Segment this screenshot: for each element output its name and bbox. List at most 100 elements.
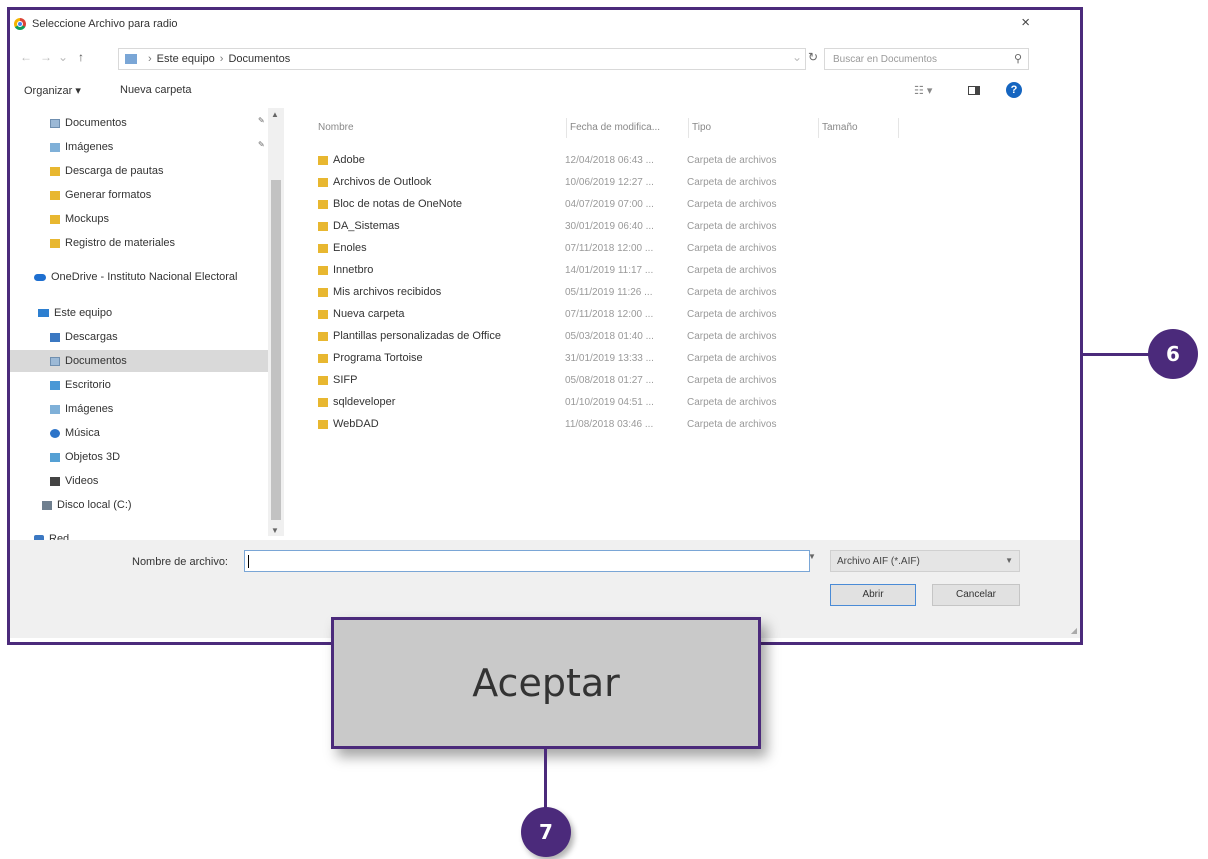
- nav-item[interactable]: Disco local (C:): [42, 494, 132, 516]
- nav-item[interactable]: Descargas: [50, 326, 118, 348]
- folder-icon: [318, 265, 328, 275]
- file-date: 30/01/2019 06:40 ...: [565, 220, 654, 232]
- refresh-icon[interactable]: ↻: [808, 50, 818, 64]
- folder-icon: [318, 177, 328, 187]
- accept-button[interactable]: Aceptar: [331, 617, 761, 749]
- file-row[interactable]: DA_Sistemas 30/01/2019 06:40 ... Carpeta d…: [318, 216, 777, 236]
- nav-item[interactable]: Mockups: [50, 208, 109, 230]
- file-row[interactable]: Archivos de Outlook 10/06/2019 12:27 ... C…: [318, 172, 777, 192]
- column-header-name[interactable]: Nombre: [318, 122, 354, 133]
- folder-icon: [318, 353, 328, 363]
- view-options-icon[interactable]: ☷ ▾: [914, 84, 932, 97]
- forward-arrow-icon[interactable]: →: [40, 50, 52, 64]
- nav-item[interactable]: OneDrive - Instituto Nacional Electoral: [34, 266, 237, 288]
- scroll-down-icon[interactable]: ▼: [271, 526, 279, 535]
- pin-icon[interactable]: ✎: [258, 116, 265, 125]
- nav-item-label: Imágenes: [65, 141, 114, 153]
- search-input[interactable]: Buscar en Documentos ⚲: [824, 48, 1029, 70]
- file-date: 31/01/2019 13:33 ...: [565, 352, 654, 364]
- nav-item-label: Disco local (C:): [57, 499, 132, 511]
- callout-6-connector: [1083, 353, 1149, 356]
- new-folder-button[interactable]: Nueva carpeta: [120, 84, 192, 96]
- nav-item[interactable]: Documentos: [10, 350, 268, 372]
- file-type: Carpeta de archivos: [687, 374, 777, 386]
- nav-item[interactable]: Generar formatos: [50, 184, 151, 206]
- file-name: Bloc de notas de OneNote: [333, 198, 463, 210]
- up-arrow-icon[interactable]: ↑: [78, 50, 84, 64]
- column-header-date[interactable]: Fecha de modifica...: [570, 122, 660, 133]
- nav-item[interactable]: Documentos: [50, 112, 127, 134]
- open-button[interactable]: Abrir: [830, 584, 916, 606]
- folder-icon: [318, 397, 328, 407]
- file-name: Innetbro: [333, 264, 374, 276]
- file-row[interactable]: Innetbro 14/01/2019 11:17 ... Carpeta de a…: [318, 260, 777, 280]
- nav-item[interactable]: Registro de materiales: [50, 232, 175, 254]
- nav-item-label: Documentos: [65, 117, 127, 129]
- file-date: 10/06/2019 12:27 ...: [565, 176, 654, 188]
- file-name: SIFP: [333, 374, 358, 386]
- recent-chevron-icon[interactable]: ⌄: [58, 50, 68, 64]
- obj-icon: [50, 452, 60, 462]
- back-arrow-icon[interactable]: ←: [20, 50, 32, 64]
- nav-scrollbar[interactable]: ▲ ▼: [268, 108, 284, 536]
- nav-item-label: Escritorio: [65, 379, 111, 391]
- nav-item[interactable]: Imágenes: [50, 136, 113, 158]
- column-header-size[interactable]: Tamaño: [822, 122, 858, 133]
- file-row[interactable]: SIFP 05/08/2018 01:27 ... Carpeta de archi…: [318, 370, 777, 390]
- breadcrumb-este-equipo[interactable]: Este equipo: [157, 53, 215, 65]
- filename-input[interactable]: [244, 550, 810, 572]
- pin-icon[interactable]: ✎: [258, 140, 265, 149]
- file-date: 11/08/2018 03:46 ...: [565, 418, 654, 430]
- folder-icon: [318, 331, 328, 341]
- file-date: 05/03/2018 01:40 ...: [565, 330, 654, 342]
- file-type: Carpeta de archivos: [687, 396, 777, 408]
- scroll-up-icon[interactable]: ▲: [271, 110, 279, 119]
- file-row[interactable]: Enoles 07/11/2018 12:00 ... Carpeta de arc…: [318, 238, 777, 258]
- column-header-type[interactable]: Tipo: [692, 122, 711, 133]
- filter-value: Archivo AIF (*.AIF): [837, 556, 920, 567]
- nav-item-label: Este equipo: [54, 307, 113, 319]
- nav-item-label: Generar formatos: [65, 189, 152, 201]
- file-row[interactable]: sqldeveloper 01/10/2019 04:51 ... Carpeta …: [318, 392, 777, 412]
- file-row[interactable]: Bloc de notas de OneNote 04/07/2019 07:00…: [318, 194, 777, 214]
- file-date: 07/11/2018 12:00 ...: [565, 242, 654, 254]
- nav-item-label: Música: [65, 427, 100, 439]
- filename-dropdown-icon[interactable]: ▼: [808, 552, 816, 561]
- breadcrumb-documentos[interactable]: Documentos: [228, 53, 290, 65]
- nav-scroll-thumb[interactable]: [271, 180, 281, 520]
- nav-item-label: OneDrive - Instituto Nacional Electoral: [51, 271, 238, 283]
- file-row[interactable]: Programa Tortoise 31/01/2019 13:33 ... Car…: [318, 348, 777, 368]
- folder-icon: [50, 238, 60, 248]
- resize-grip-icon[interactable]: ◢: [1071, 626, 1077, 635]
- address-dropdown-icon[interactable]: ⌄: [792, 50, 802, 64]
- music-icon: [50, 428, 60, 438]
- file-row[interactable]: Plantillas personalizadas de Office 05/03…: [318, 326, 777, 346]
- file-row[interactable]: Adobe 12/04/2018 06:43 ... Carpeta de arch…: [318, 150, 777, 170]
- address-row: ← → ⌄ ↑ › Este equipo › Documentos ⌄ ↻ B…: [10, 48, 1080, 70]
- file-row[interactable]: Nueva carpeta 07/11/2018 12:00 ... Carpeta…: [318, 304, 777, 324]
- nav-item[interactable]: Videos: [50, 470, 98, 492]
- nav-item[interactable]: Escritorio: [50, 374, 111, 396]
- file-date: 14/01/2019 11:17 ...: [565, 264, 654, 276]
- file-type-filter[interactable]: Archivo AIF (*.AIF) ▼: [830, 550, 1020, 572]
- folder-icon: [318, 375, 328, 385]
- file-date: 07/11/2018 12:00 ...: [565, 308, 654, 320]
- nav-item[interactable]: Música: [50, 422, 100, 444]
- file-row[interactable]: WebDAD 11/08/2018 03:46 ... Carpeta de arc…: [318, 414, 777, 434]
- organize-menu[interactable]: Organizar ▾: [24, 84, 81, 97]
- folder-icon: [318, 199, 328, 209]
- help-icon[interactable]: ?: [1006, 82, 1022, 98]
- img-icon: [50, 142, 60, 152]
- file-row[interactable]: Mis archivos recibidos 05/11/2019 11:26 .…: [318, 282, 777, 302]
- nav-item[interactable]: Objetos 3D: [50, 446, 120, 468]
- img-icon: [50, 404, 60, 414]
- close-icon[interactable]: ×: [1021, 14, 1030, 31]
- nav-item[interactable]: Este equipo: [38, 302, 112, 324]
- nav-item[interactable]: Descarga de pautas: [50, 160, 163, 182]
- nav-item[interactable]: Imágenes: [50, 398, 113, 420]
- preview-pane-icon[interactable]: [968, 86, 980, 95]
- file-open-dialog: Seleccione Archivo para radio × ← → ⌄ ↑ …: [10, 10, 1080, 642]
- cancel-button[interactable]: Cancelar: [932, 584, 1020, 606]
- folder-icon: [318, 243, 328, 253]
- address-bar[interactable]: › Este equipo › Documentos: [118, 48, 806, 70]
